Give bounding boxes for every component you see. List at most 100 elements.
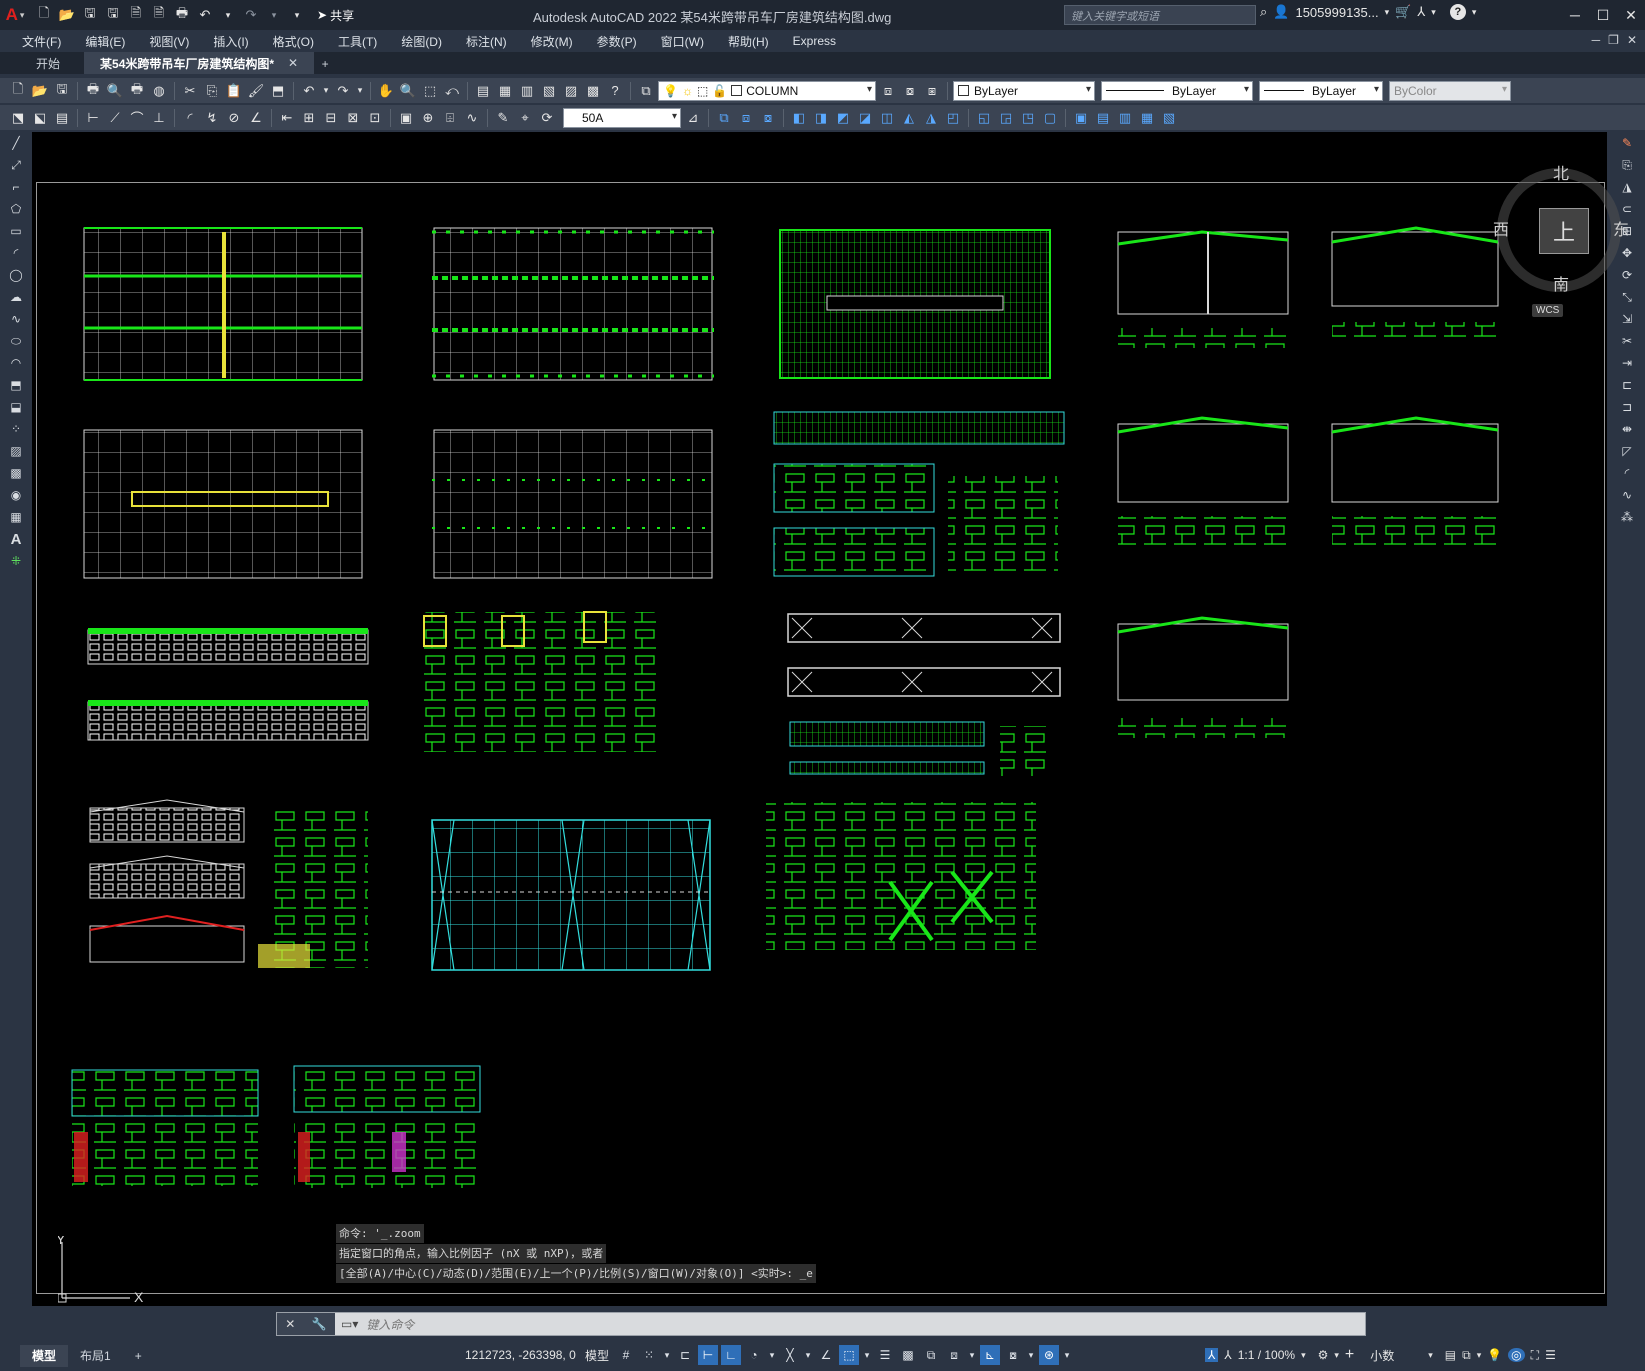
infer-constraints-icon[interactable]: ⊏ (675, 1345, 695, 1365)
exchange-dropdown-icon[interactable]: ▾ (1431, 7, 1436, 18)
menu-draw[interactable]: 绘图(D) (389, 33, 454, 50)
trim-icon[interactable]: ✂ (1618, 332, 1636, 350)
undo-icon[interactable]: ↶ (195, 5, 215, 25)
share-button[interactable]: ➤ 共享 (311, 4, 360, 26)
copy-edges-icon[interactable]: ▤ (1093, 108, 1113, 128)
hatch-icon[interactable]: ▨ (7, 442, 25, 460)
search-icon[interactable]: ⌕ (1260, 4, 1267, 20)
plot-icon[interactable]: 🖶 (83, 81, 103, 101)
angular-dim-icon[interactable]: ∠ (246, 108, 266, 128)
autocad-logo-button[interactable]: A ▾ (0, 0, 30, 30)
rectangle-icon[interactable]: ▭ (7, 222, 25, 240)
arc-icon[interactable]: ◜ (7, 244, 25, 262)
osnap-dropdown-icon[interactable]: ▾ (862, 1345, 872, 1365)
model-space-toggle[interactable]: 模型 (585, 1347, 609, 1364)
selection-cycling-icon[interactable]: ⧉ (921, 1345, 941, 1365)
zoom-realtime-icon[interactable]: 🔍 (398, 81, 418, 101)
help-icon[interactable]: ? (1449, 4, 1466, 20)
cart-icon[interactable]: 🛒 (1395, 4, 1411, 20)
menu-insert[interactable]: 插入(I) (201, 33, 260, 50)
design-center-icon[interactable]: ▦ (495, 81, 515, 101)
layer-states-icon[interactable]: ⧆ (922, 81, 942, 101)
menu-edit[interactable]: 编辑(E) (73, 33, 137, 50)
make-current-icon[interactable]: ⧈ (878, 81, 898, 101)
explode-icon[interactable]: ⁂ (1618, 508, 1636, 526)
move-icon[interactable]: ✥ (1618, 244, 1636, 262)
color-faces-icon[interactable]: ◰ (943, 108, 963, 128)
new-tab-button[interactable]: + (314, 57, 336, 74)
radius-dim-icon[interactable]: ◜ (180, 108, 200, 128)
menu-parametric[interactable]: 参数(P) (585, 33, 649, 50)
tolerance-icon[interactable]: ▣ (396, 108, 416, 128)
lock-ui-dropdown-icon[interactable]: ▾ (1477, 1350, 1482, 1361)
new-file-icon[interactable]: 🗋 (34, 5, 54, 25)
web-open-icon[interactable]: 🗎 (126, 5, 146, 25)
dim-style-icon[interactable]: ⊿ (683, 108, 703, 128)
search-input[interactable]: 键入关键字或短语 (1064, 5, 1256, 25)
zoom-window-icon[interactable]: ⬚ (420, 81, 440, 101)
break-icon[interactable]: ⊐ (1618, 398, 1636, 416)
lineweight-icon[interactable]: ☰ (875, 1345, 895, 1365)
menu-tools[interactable]: 工具(T) (326, 33, 389, 50)
zoom-previous-icon[interactable]: ⤺ (442, 81, 462, 101)
quick-dim-icon[interactable]: ⇤ (277, 108, 297, 128)
lock-ui-icon[interactable]: ⧉ (1462, 1348, 1471, 1363)
coordinates-readout[interactable]: 1212723, -263398, 0 (465, 1348, 576, 1362)
rotate-faces-icon[interactable]: ◫ (877, 108, 897, 128)
viewcube-north[interactable]: 北 (1553, 160, 1569, 184)
snap-dropdown-icon[interactable]: ▾ (662, 1345, 672, 1365)
solid-union-icon[interactable]: ⧉ (714, 108, 734, 128)
dim-space-icon[interactable]: ⊠ (343, 108, 363, 128)
save-icon[interactable]: 🖫 (52, 81, 72, 101)
color-dropdown[interactable]: ByLayer ▾ (953, 80, 1095, 101)
add-layout-button[interactable]: + (123, 1345, 154, 1367)
user-name[interactable]: 1505999135... (1295, 5, 1378, 20)
grid-icon[interactable]: # (616, 1345, 636, 1365)
ortho-icon[interactable]: ∟ (721, 1345, 742, 1365)
help-dropdown-icon[interactable]: ▾ (1472, 7, 1477, 18)
viewcube-south[interactable]: 南 (1553, 271, 1569, 295)
multiline-text-icon[interactable]: A (7, 530, 25, 548)
web-save-icon[interactable]: 🗎 (149, 5, 169, 25)
undo-dropdown-icon[interactable]: ▾ (218, 5, 238, 25)
make-block-icon[interactable]: ⬓ (7, 398, 25, 416)
tab-start[interactable]: 开始 (0, 52, 84, 74)
slice-icon[interactable]: ▦ (1137, 108, 1157, 128)
add-selected-icon[interactable]: ⁜ (7, 552, 25, 570)
dimtedit-icon[interactable]: ⌖ (515, 108, 535, 128)
spline-icon[interactable]: ∿ (7, 310, 25, 328)
undo-dropdown-icon[interactable]: ▾ (321, 81, 331, 101)
open-icon[interactable]: 📂 (30, 81, 50, 101)
break-at-point-icon[interactable]: ⊏ (1618, 376, 1636, 394)
viewcube-top-face[interactable]: 上 (1539, 208, 1589, 254)
3d-osnap-dropdown-icon[interactable]: ▾ (967, 1345, 977, 1365)
aligned-dim-icon[interactable]: ⟋ (105, 108, 125, 128)
revision-cloud-icon[interactable]: ☁ (7, 288, 25, 306)
polar-dropdown-icon[interactable]: ▾ (767, 1345, 777, 1365)
gradient-icon[interactable]: ▩ (7, 464, 25, 482)
menu-window[interactable]: 窗口(W) (649, 33, 716, 50)
menu-express[interactable]: Express (781, 34, 848, 48)
arc-length-icon[interactable]: ⌒ (127, 108, 147, 128)
center-mark-icon[interactable]: ⊕ (418, 108, 438, 128)
ellipse-icon[interactable]: ⬭ (7, 332, 25, 350)
solid-intersect-icon[interactable]: ⧇ (758, 108, 778, 128)
ellipse-arc-icon[interactable]: ◠ (7, 354, 25, 372)
join-icon[interactable]: ⇼ (1618, 420, 1636, 438)
isolate-objects-icon[interactable]: 💡 (1487, 1348, 1502, 1362)
recent-commands-icon[interactable]: ▭▾ (335, 1317, 358, 1331)
tab-layout1[interactable]: 布局1 (68, 1345, 123, 1367)
copy-icon[interactable]: ⎘ (202, 81, 222, 101)
menu-help[interactable]: 帮助(H) (716, 33, 781, 50)
pan-icon[interactable]: ✋ (376, 81, 396, 101)
annotation-monitor-icon[interactable]: + (1345, 1346, 1354, 1364)
layer-walk-icon[interactable]: ▤ (52, 108, 72, 128)
diameter-dim-icon[interactable]: ⊘ (224, 108, 244, 128)
chamfer-icon[interactable]: ◸ (1618, 442, 1636, 460)
dim-update-icon[interactable]: ⟳ (537, 108, 557, 128)
drawing-canvas[interactable]: 北 西 东 南 上 WCS Y X (32, 132, 1629, 1306)
point-icon[interactable]: ⁘ (7, 420, 25, 438)
isodraft-dropdown-icon[interactable]: ▾ (803, 1345, 813, 1365)
make-block-icon[interactable]: ⬔ (8, 108, 28, 128)
mirror-icon[interactable]: ◮ (1618, 178, 1636, 196)
